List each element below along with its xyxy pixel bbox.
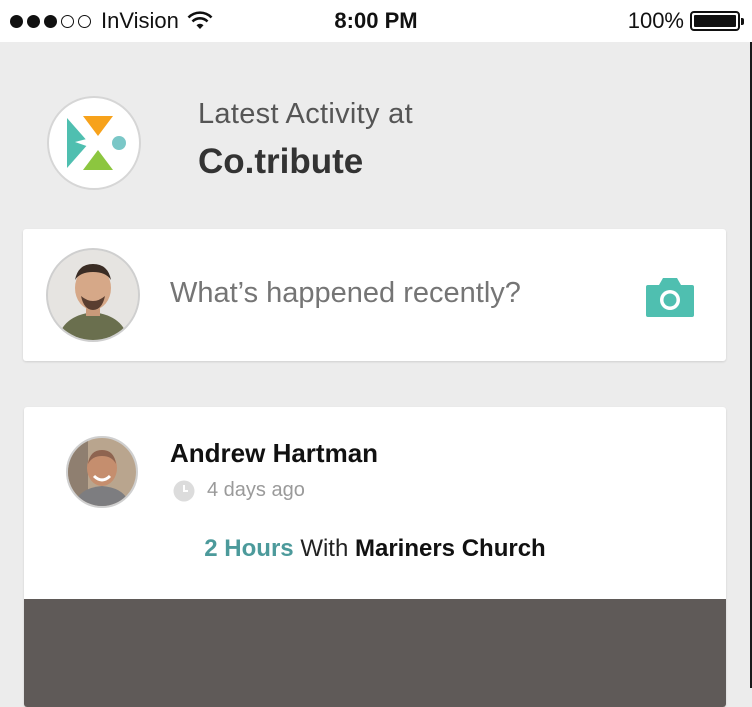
header-subtitle: Latest Activity at [198, 98, 413, 130]
cotribute-logo-icon [67, 116, 126, 170]
status-right: 100% [627, 8, 744, 34]
header-title: Co.tribute [198, 142, 364, 181]
author-avatar[interactable] [66, 436, 138, 508]
post-composer [23, 229, 726, 361]
battery-percent: 100% [627, 8, 684, 33]
current-user-avatar[interactable] [46, 248, 140, 342]
organization-name[interactable]: Mariners Church [355, 535, 546, 562]
activity-card[interactable]: Andrew Hartman 4 days ago 2 Hours With M… [24, 407, 726, 707]
author-photo-icon [68, 438, 136, 506]
camera-icon[interactable] [644, 275, 696, 319]
activity-photo[interactable] [24, 599, 726, 707]
battery-icon [690, 11, 744, 31]
author-name[interactable]: Andrew Hartman [170, 438, 378, 469]
clock-icon [173, 480, 195, 501]
status-input[interactable] [170, 277, 600, 310]
hours-count: 2 Hours [204, 535, 294, 562]
status-bar: InVision 8:00 PM 100% [0, 0, 752, 42]
user-photo-icon [48, 250, 138, 340]
activity-summary: 2 Hours With Mariners Church [24, 535, 726, 563]
post-meta: 4 days ago [173, 479, 305, 502]
with-text: With [300, 535, 349, 562]
time-ago: 4 days ago [207, 479, 305, 501]
org-logo[interactable] [47, 96, 141, 190]
